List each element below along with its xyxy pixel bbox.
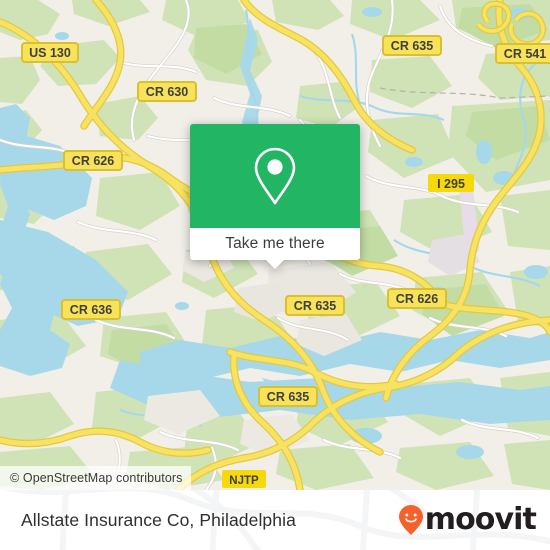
moovit-wordmark: moovit [424, 502, 537, 537]
road-shield-cr-626-right: CR 626 [387, 288, 447, 309]
road-shield-label: NJTP [229, 475, 259, 487]
map-pin-icon [254, 147, 296, 205]
road-shield-i-295: I 295 [428, 174, 474, 192]
road-shield-label: CR 630 [146, 85, 188, 99]
road-shield-label: US 130 [29, 46, 71, 60]
road-shield-label: I 295 [437, 177, 465, 191]
road-shield-cr-626-left: CR 626 [63, 150, 123, 171]
road-shield-cr-630: CR 630 [137, 81, 197, 102]
road-shield-us-130: US 130 [21, 42, 79, 63]
bottom-bar: Allstate Insurance Co, Philadelphia moov… [0, 490, 550, 550]
road-shield-njtp: NJTP [222, 470, 266, 488]
osm-attribution: © OpenStreetMap contributors [0, 466, 191, 490]
osm-attribution-text: © OpenStreetMap contributors [10, 471, 183, 485]
road-shield-cr-636: CR 636 [61, 299, 121, 320]
road-shield-label: CR 636 [70, 303, 112, 317]
road-shield-label: CR 541 [504, 47, 546, 61]
place-title: Allstate Insurance Co, Philadelphia [21, 509, 296, 530]
moovit-logo[interactable]: moovit [398, 502, 537, 537]
road-shield-cr-635-bottom: CR 635 [258, 386, 318, 407]
road-shield-label: CR 635 [294, 299, 336, 313]
road-shield-cr-541: CR 541 [495, 43, 550, 64]
location-popup-card[interactable]: Take me there [190, 124, 360, 269]
popup-tail-icon [265, 259, 285, 269]
road-shield-label: CR 626 [396, 292, 438, 306]
popup-footer[interactable]: Take me there [190, 228, 360, 269]
road-shield-cr-635-top: CR 635 [382, 35, 442, 56]
road-shield-label: CR 635 [391, 39, 433, 53]
popup-header [190, 124, 360, 228]
road-shield-cr-635-mid: CR 635 [285, 295, 345, 316]
road-shield-label: CR 626 [72, 154, 114, 168]
road-shield-label: CR 635 [267, 390, 309, 404]
moovit-map-screenshot: US 130 CR 630 CR 635 CR 541 CR 626 I 295… [0, 0, 550, 550]
moovit-pin-icon [398, 505, 423, 535]
take-me-there-button[interactable]: Take me there [225, 235, 325, 253]
